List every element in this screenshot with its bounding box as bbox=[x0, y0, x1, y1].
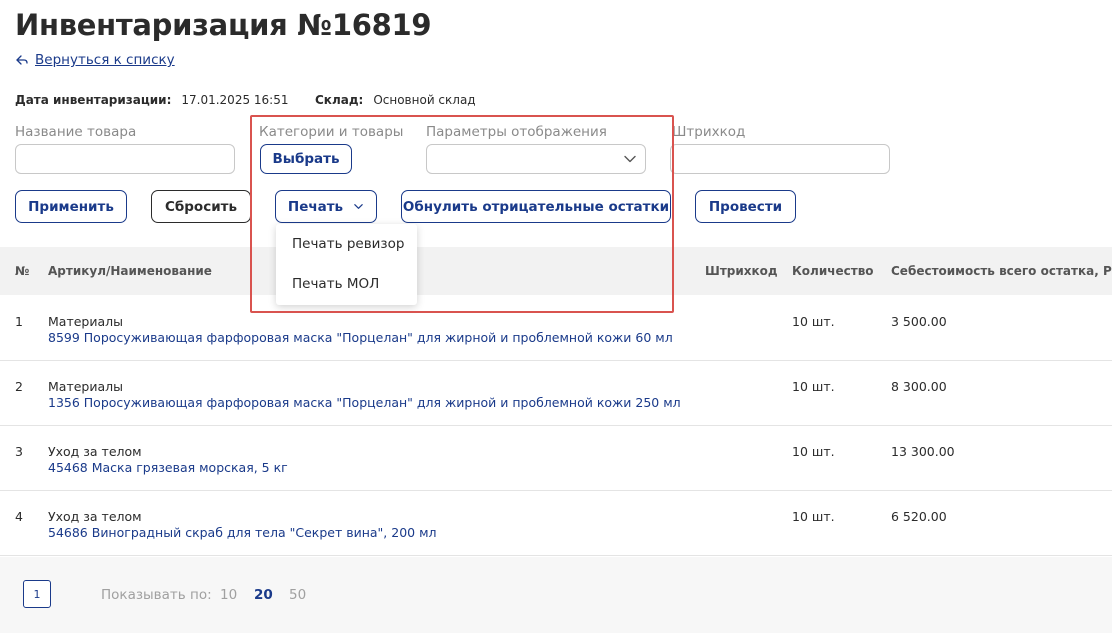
row-category: Уход за телом bbox=[48, 509, 142, 524]
row-category: Материалы bbox=[48, 314, 123, 329]
row-category: Уход за телом bbox=[48, 444, 142, 459]
page-button[interactable]: 1 bbox=[23, 580, 51, 608]
display-params-label: Параметры отображения bbox=[426, 124, 607, 140]
row-qty: 10 шт. bbox=[792, 314, 835, 329]
barcode-input[interactable] bbox=[670, 144, 890, 174]
zero-negative-button[interactable]: Обнулить отрицательные остатки bbox=[401, 190, 671, 223]
inventory-warehouse: Склад: Основной склад bbox=[315, 93, 476, 107]
col-num: № bbox=[15, 264, 30, 278]
warehouse-value: Основной склад bbox=[373, 93, 476, 107]
menu-item-print-mol[interactable]: Печать МОЛ bbox=[276, 264, 417, 304]
row-product-link[interactable]: 1356 Поросуживающая фарфоровая маска "По… bbox=[48, 395, 681, 410]
row-num: 2 bbox=[15, 379, 23, 394]
row-qty: 10 шт. bbox=[792, 509, 835, 524]
product-name-input[interactable] bbox=[15, 144, 235, 174]
date-label: Дата инвентаризации: bbox=[15, 93, 172, 107]
table-row: 2 Материалы 1356 Поросуживающая фарфоров… bbox=[0, 361, 1112, 426]
choose-categories-button[interactable]: Выбрать bbox=[260, 144, 352, 174]
table-row: 3 Уход за телом 45468 Маска грязевая мор… bbox=[0, 426, 1112, 491]
back-link-container[interactable]: Вернуться к списку bbox=[15, 52, 175, 68]
chevron-down-icon bbox=[354, 204, 363, 209]
display-params-select[interactable] bbox=[426, 144, 646, 174]
page-size-50[interactable]: 50 bbox=[289, 587, 306, 603]
row-qty: 10 шт. bbox=[792, 379, 835, 394]
row-num: 3 bbox=[15, 444, 23, 459]
col-name: Артикул/Наименование bbox=[48, 264, 212, 278]
apply-button[interactable]: Применить bbox=[15, 190, 127, 223]
categories-label: Категории и товары bbox=[259, 124, 404, 140]
product-name-label: Название товара bbox=[15, 124, 137, 140]
row-cost: 8 300.00 bbox=[891, 379, 947, 394]
barcode-label: Штрихкод bbox=[672, 124, 746, 140]
inventory-date: Дата инвентаризации: 17.01.2025 16:51 bbox=[15, 93, 288, 107]
date-value: 17.01.2025 16:51 bbox=[181, 93, 289, 107]
page-size-label: Показывать по: bbox=[101, 587, 212, 603]
back-to-list-link[interactable]: Вернуться к списку bbox=[35, 52, 175, 68]
row-cost: 3 500.00 bbox=[891, 314, 947, 329]
page-title: Инвентаризация №16819 bbox=[15, 8, 432, 42]
chevron-down-icon bbox=[624, 155, 636, 163]
row-cost: 13 300.00 bbox=[891, 444, 955, 459]
table-header: № Артикул/Наименование Штрихкод Количест… bbox=[0, 247, 1112, 295]
row-product-link[interactable]: 8599 Поросуживающая фарфоровая маска "По… bbox=[48, 330, 673, 345]
row-qty: 10 шт. bbox=[792, 444, 835, 459]
pagination-bar: 1 Показывать по: 10 20 50 bbox=[0, 557, 1112, 633]
print-button[interactable]: Печать bbox=[275, 190, 377, 223]
col-barcode: Штрихкод bbox=[705, 264, 778, 278]
row-product-link[interactable]: 45468 Маска грязевая морская, 5 кг bbox=[48, 460, 288, 475]
row-num: 1 bbox=[15, 314, 23, 329]
post-button[interactable]: Провести bbox=[695, 190, 796, 223]
print-button-label: Печать bbox=[287, 198, 344, 215]
row-category: Материалы bbox=[48, 379, 123, 394]
page-size-20[interactable]: 20 bbox=[254, 587, 273, 603]
row-product-link[interactable]: 54686 Виноградный скраб для тела "Секрет… bbox=[48, 525, 437, 540]
back-arrow-icon bbox=[16, 55, 28, 65]
warehouse-label: Склад: bbox=[315, 93, 364, 107]
page-size-10[interactable]: 10 bbox=[220, 587, 237, 603]
table-row: 1 Материалы 8599 Поросуживающая фарфоров… bbox=[0, 296, 1112, 361]
col-qty: Количество bbox=[792, 264, 874, 278]
row-num: 4 bbox=[15, 509, 23, 524]
menu-item-print-auditor[interactable]: Печать ревизор bbox=[276, 224, 417, 264]
row-cost: 6 520.00 bbox=[891, 509, 947, 524]
reset-button[interactable]: Сбросить bbox=[151, 190, 251, 223]
col-cost: Себестоимость всего остатка, Р bbox=[891, 264, 1112, 278]
print-dropdown-menu: Печать ревизор Печать МОЛ bbox=[276, 224, 417, 305]
table-row: 4 Уход за телом 54686 Виноградный скраб … bbox=[0, 491, 1112, 556]
